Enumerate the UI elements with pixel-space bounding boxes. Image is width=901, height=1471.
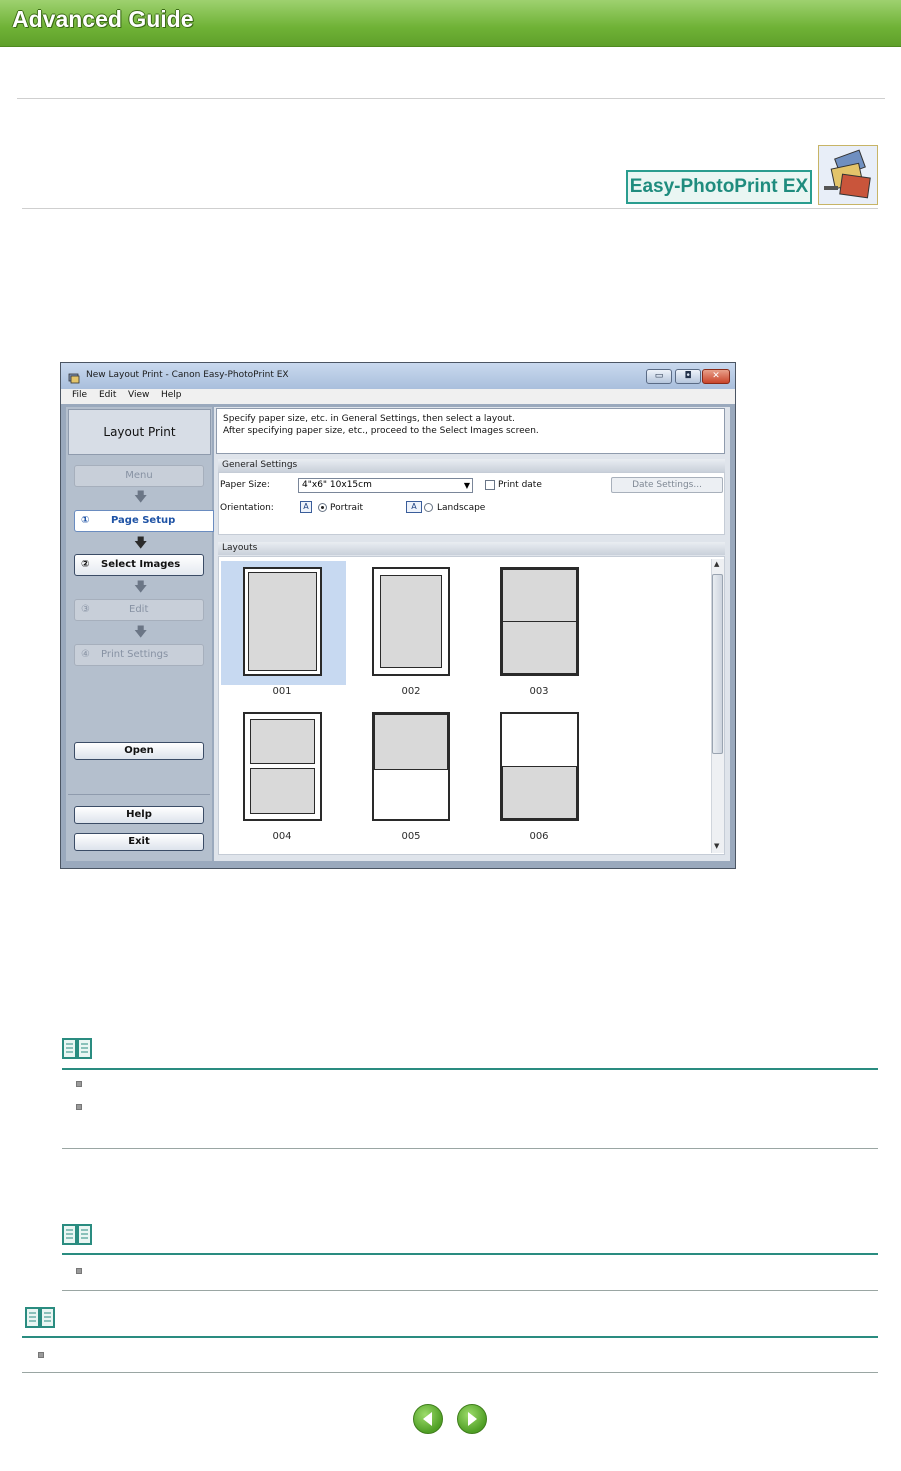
next-page-button[interactable] <box>457 1404 487 1434</box>
step-edit[interactable]: ③ Edit <box>74 599 204 621</box>
print-date-label: Print date <box>498 480 542 490</box>
note-divider <box>22 1336 878 1338</box>
layout-thumb-002[interactable] <box>372 567 450 676</box>
menu-help[interactable]: Help <box>161 390 182 400</box>
previous-page-button[interactable] <box>413 1404 443 1434</box>
menu-edit[interactable]: Edit <box>99 390 116 400</box>
note-end-line <box>62 1148 878 1149</box>
step-select-images[interactable]: ② Select Images <box>74 554 204 576</box>
instruction-line-2: After specifying paper size, etc., proce… <box>223 426 539 436</box>
print-date-checkbox[interactable] <box>485 480 495 490</box>
arrow-down-icon: 🡇 <box>134 536 148 551</box>
arrow-left-icon <box>423 1412 432 1426</box>
paper-size-label: Paper Size: <box>220 480 270 490</box>
photo-slot <box>374 714 448 770</box>
layout-thumb-006[interactable] <box>500 712 579 821</box>
maximize-icon[interactable]: ◘ <box>675 369 701 384</box>
chevron-down-icon: ▼ <box>463 481 470 490</box>
landscape-label: Landscape <box>437 503 486 513</box>
layout-label-005: 005 <box>401 831 421 842</box>
book-icon <box>25 1306 55 1330</box>
photo-stack-icon <box>818 145 878 205</box>
minimize-icon[interactable]: ▭ <box>646 369 672 384</box>
instruction-line-1: Specify paper size, etc. in General Sett… <box>223 414 515 424</box>
product-logo: Easy-PhotoPrint EX <box>626 170 812 204</box>
close-icon[interactable]: ✕ <box>702 369 730 384</box>
arrow-down-icon: 🡇 <box>134 625 148 640</box>
landscape-radio[interactable] <box>424 503 433 512</box>
bullet-icon <box>38 1352 44 1358</box>
landscape-icon: A <box>406 501 422 513</box>
step-number: ② <box>81 559 90 570</box>
photo-slot <box>380 575 442 668</box>
sidebar-divider <box>68 794 210 795</box>
scroll-down-icon[interactable]: ▼ <box>714 842 719 850</box>
note-end-line <box>62 1290 878 1291</box>
layout-label-001: 001 <box>272 686 292 697</box>
book-icon <box>62 1037 92 1061</box>
step-print-settings[interactable]: ④ Print Settings <box>74 644 204 666</box>
app-icon <box>68 369 80 384</box>
date-settings-button[interactable]: Date Settings... <box>611 477 723 493</box>
scroll-up-icon[interactable]: ▲ <box>714 560 719 568</box>
step-number: ① <box>81 515 90 526</box>
menu-button[interactable]: Menu <box>74 465 204 487</box>
paper-size-value: 4"x6" 10x15cm <box>302 480 372 490</box>
bullet-icon <box>76 1268 82 1274</box>
layout-label-004: 004 <box>272 831 292 842</box>
layout-label-002: 002 <box>401 686 421 697</box>
divider-top <box>17 98 885 99</box>
note-end-line <box>22 1372 878 1373</box>
step-number: ④ <box>81 649 90 660</box>
layout-thumb-004[interactable] <box>243 712 322 821</box>
bullet-icon <box>76 1081 82 1087</box>
paper-size-select[interactable]: 4"x6" 10x15cm ▼ <box>298 478 473 493</box>
layout-thumb-001[interactable] <box>243 567 322 676</box>
photo-slot <box>250 768 315 814</box>
photo-slot <box>502 569 577 622</box>
menu-view[interactable]: View <box>128 390 149 400</box>
photo-slot <box>248 572 317 671</box>
arrow-right-icon <box>468 1412 477 1426</box>
scrollbar-thumb[interactable] <box>712 574 723 754</box>
photo-slot <box>502 621 577 674</box>
step-page-setup[interactable]: ① Page Setup <box>74 510 214 532</box>
portrait-label: Portrait <box>330 503 364 513</box>
layouts-heading: Layouts <box>218 542 725 555</box>
book-icon <box>62 1223 92 1247</box>
photo-slot <box>250 719 315 764</box>
step-label: Page Setup <box>111 515 176 526</box>
orientation-label: Orientation: <box>220 503 274 513</box>
general-settings-heading: General Settings <box>218 459 725 472</box>
arrow-down-icon: 🡇 <box>134 580 148 595</box>
window-title: New Layout Print - Canon Easy-PhotoPrint… <box>86 370 289 380</box>
layout-label-006: 006 <box>529 831 549 842</box>
help-button[interactable]: Help <box>74 806 204 824</box>
step-number: ③ <box>81 604 90 615</box>
instructions-panel: Specify paper size, etc. in General Sett… <box>216 408 725 454</box>
open-button[interactable]: Open <box>74 742 204 760</box>
note-divider <box>62 1253 878 1255</box>
layout-thumb-005[interactable] <box>372 712 450 821</box>
divider-header <box>22 208 878 209</box>
banner-title: Advanced Guide <box>12 6 194 32</box>
photo-slot <box>502 766 577 819</box>
exit-button[interactable]: Exit <box>74 833 204 851</box>
step-label: Print Settings <box>101 649 169 660</box>
note-divider <box>62 1068 878 1070</box>
layout-thumb-003[interactable] <box>500 567 579 676</box>
bullet-icon <box>76 1104 82 1110</box>
layout-label-003: 003 <box>529 686 549 697</box>
portrait-icon: A <box>300 501 312 513</box>
step-label: Edit <box>129 604 149 615</box>
arrow-down-icon: 🡇 <box>134 490 148 505</box>
portrait-radio[interactable] <box>318 503 327 512</box>
step-label: Select Images <box>101 559 181 570</box>
sidebar-header: Layout Print <box>68 409 211 455</box>
menu-file[interactable]: File <box>72 390 87 400</box>
